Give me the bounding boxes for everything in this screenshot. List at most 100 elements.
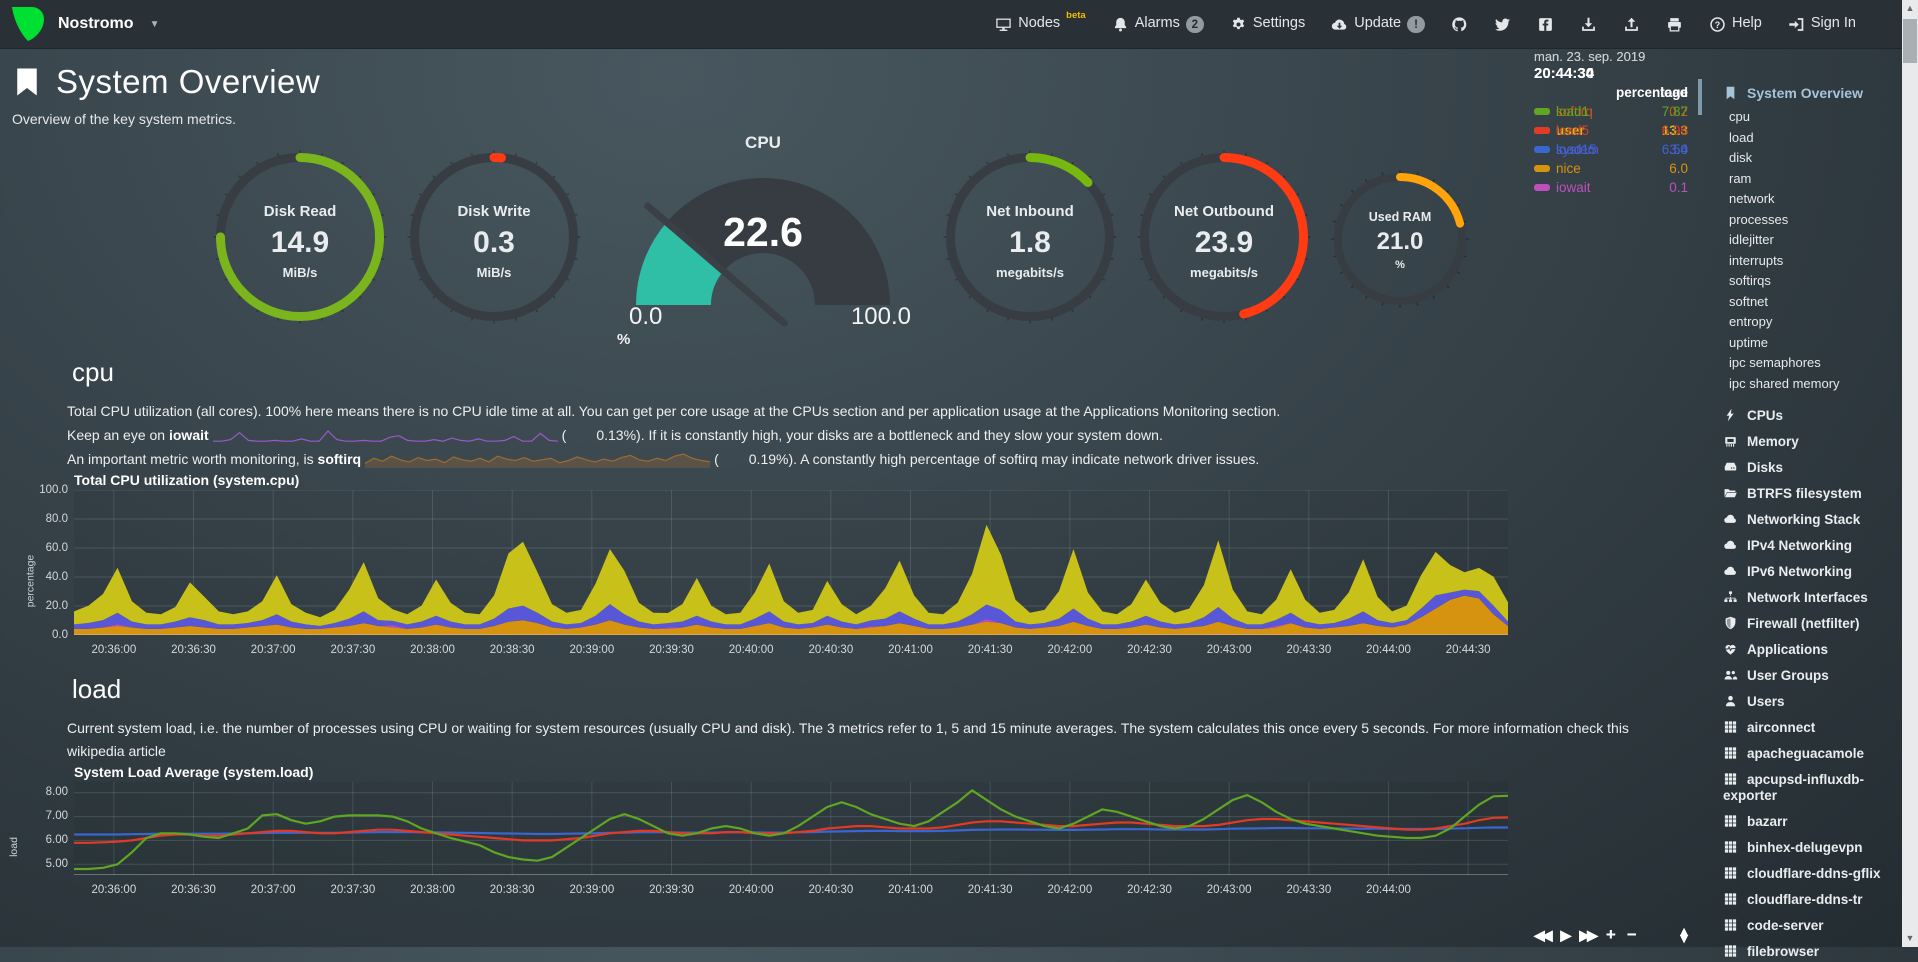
sidebar-subitem-softirqs[interactable]: softirqs <box>1698 271 1902 292</box>
resize-handle[interactable]: ▲▼ <box>1677 928 1688 942</box>
sidebar-item-user-groups[interactable]: User Groups <box>1698 668 1902 684</box>
zoom-in-button[interactable]: + <box>1606 925 1616 945</box>
sidebar-subitem-disk[interactable]: disk <box>1698 148 1902 169</box>
wikipedia-link[interactable]: wikipedia article <box>67 743 166 759</box>
sidebar-item-users[interactable]: Users <box>1698 694 1902 710</box>
sidebar-item-memory[interactable]: Memory <box>1698 434 1902 450</box>
sidebar-item-cloudflare-ddns-tr[interactable]: cloudflare-ddns-tr <box>1698 892 1902 908</box>
sidebar-item-applications[interactable]: Applications <box>1698 642 1902 658</box>
users-icon <box>1723 668 1738 682</box>
sidebar-item-filebrowser[interactable]: filebrowser <box>1698 944 1902 960</box>
nav-nodes-badge: beta <box>1066 10 1086 21</box>
nav-export[interactable] <box>1580 15 1597 33</box>
chart-load-canvas[interactable] <box>74 782 1508 875</box>
gauge-value: 23.9 <box>1195 226 1253 260</box>
sidebar-item-disks[interactable]: Disks <box>1698 460 1902 476</box>
gauge-used-ram[interactable]: Used RAM21.0% <box>1326 165 1474 313</box>
sidebar-item-networking-stack[interactable]: Networking Stack <box>1698 512 1902 528</box>
legend-swatch-load15 <box>1534 146 1550 153</box>
gauge-disk-write[interactable]: Disk Write0.3MiB/s <box>402 145 586 329</box>
gauge-value: 0.3 <box>473 226 515 260</box>
scroll-up-icon[interactable]: ▲ <box>1902 3 1918 13</box>
nav-nodes[interactable]: Nodesbeta <box>995 15 1085 33</box>
nav-help[interactable]: ?Help <box>1709 15 1762 33</box>
sidebar-subitem-load[interactable]: load <box>1698 128 1902 149</box>
gauge-disk-read[interactable]: Disk Read14.9MiB/s <box>208 145 392 329</box>
chart-cpu-canvas[interactable] <box>74 490 1508 635</box>
gauge-unit: MiB/s <box>477 265 512 280</box>
chart-load-legend: man. 23. sep. 201920:44:30loadload17.87l… <box>1524 49 1690 947</box>
sidebar-item-ipv4-networking[interactable]: IPv4 Networking <box>1698 538 1902 554</box>
nav-settings[interactable]: Settings <box>1230 15 1305 33</box>
sidebar-item-network-interfaces[interactable]: Network Interfaces <box>1698 590 1902 606</box>
legend-row-load15[interactable]: load156.54 <box>1534 142 1688 157</box>
scroll-down-icon[interactable]: ▼ <box>1902 933 1918 943</box>
sidebar-item-ipv6-networking[interactable]: IPv6 Networking <box>1698 564 1902 580</box>
sidebar-item-airconnect[interactable]: airconnect <box>1698 720 1902 736</box>
y-axis-label: load <box>12 782 28 900</box>
nav-signin[interactable]: Sign In <box>1788 15 1856 33</box>
legend-row-load1[interactable]: load17.87 <box>1534 104 1688 119</box>
sidebar-item-label: Networking Stack <box>1747 512 1860 527</box>
sidebar-item-cpus[interactable]: CPUs <box>1698 408 1902 424</box>
sidebar-subitem-ipc-shared-memory[interactable]: ipc shared memory <box>1698 374 1902 395</box>
grid-icon <box>1723 814 1738 828</box>
zoom-out-button[interactable]: − <box>1627 925 1637 945</box>
nav-github[interactable] <box>1451 15 1468 33</box>
sidebar-item-binhex-delugevpn[interactable]: binhex-delugevpn <box>1698 840 1902 856</box>
sidebar-subitem-entropy[interactable]: entropy <box>1698 312 1902 333</box>
sidebar-item-label: User Groups <box>1747 668 1829 683</box>
signin-icon <box>1788 16 1805 33</box>
gauge-net-inbound[interactable]: Net Inbound1.8megabits/s <box>938 145 1122 329</box>
sidebar-item-system-overview[interactable]: System Overview <box>1698 85 1902 101</box>
grid-icon <box>1723 772 1738 786</box>
sidebar-item-code-server[interactable]: code-server <box>1698 918 1902 934</box>
gauge-net-outbound[interactable]: Net Outbound23.9megabits/s <box>1132 145 1316 329</box>
sidebar-subitem-uptime[interactable]: uptime <box>1698 333 1902 354</box>
nav-import[interactable] <box>1623 15 1640 33</box>
sidebar-subitem-processes[interactable]: processes <box>1698 210 1902 231</box>
sidebar-item-btrfs-filesystem[interactable]: BTRFS filesystem <box>1698 486 1902 502</box>
chart-toolbox: ◀◀▶▶▶+−▲▼ <box>1534 925 1688 947</box>
nav-update[interactable]: Update! <box>1331 15 1425 33</box>
scrollbar-thumb[interactable] <box>1903 19 1917 63</box>
cpu-chart: Total CPU utilization (system.cpu)percen… <box>12 472 1678 660</box>
nav-alarms[interactable]: Alarms2 <box>1112 15 1204 33</box>
skip-forward-button[interactable]: ▶▶ <box>1579 927 1595 944</box>
memory-icon <box>1723 434 1738 448</box>
sidebar-subitem-idlejitter[interactable]: idlejitter <box>1698 230 1902 251</box>
sidebar-item-label: filebrowser <box>1747 944 1819 959</box>
sidebar-item-bazarr[interactable]: bazarr <box>1698 814 1902 830</box>
cpu-gauge[interactable]: CPU22.60.0100.0% <box>613 131 913 343</box>
sidebar-subitem-network[interactable]: network <box>1698 189 1902 210</box>
sidebar-item-apacheguacamole[interactable]: apacheguacamole <box>1698 746 1902 762</box>
sidebar-subitem-ipc-semaphores[interactable]: ipc semaphores <box>1698 353 1902 374</box>
sidebar-subitem-interrupts[interactable]: interrupts <box>1698 251 1902 272</box>
sidebar-subitem-ram[interactable]: ram <box>1698 169 1902 190</box>
svg-text:?: ? <box>1715 20 1720 30</box>
scrollbar[interactable]: ▲ ▼ <box>1902 0 1918 947</box>
sidebar-subitem-cpu[interactable]: cpu <box>1698 107 1902 128</box>
netdata-logo[interactable] <box>10 6 44 42</box>
github-icon <box>1451 16 1468 33</box>
legend-row-load5[interactable]: load56.96 <box>1534 123 1688 138</box>
softirq-sparkline[interactable] <box>365 451 710 467</box>
sidebar-item-label: Applications <box>1747 642 1828 657</box>
legend-name: load5 <box>1556 123 1656 138</box>
play-button[interactable]: ▶ <box>1561 927 1569 944</box>
nav-facebook[interactable] <box>1537 15 1554 33</box>
cpu-gauge-title: CPU <box>613 133 913 153</box>
sidebar-subitem-softnet[interactable]: softnet <box>1698 292 1902 313</box>
sidebar-item-apcupsd-influxdb-exporter[interactable]: apcupsd-influxdb-exporter <box>1698 772 1902 804</box>
nav-twitter[interactable] <box>1494 15 1511 33</box>
iowait-sparkline[interactable] <box>213 427 558 443</box>
user-icon <box>1723 694 1738 708</box>
nav-print[interactable] <box>1666 15 1683 33</box>
iowait-term: iowait <box>169 427 209 443</box>
sidebar-item-cloudflare-ddns-gflix[interactable]: cloudflare-ddns-gflix <box>1698 866 1902 882</box>
sidebar-item-firewall-netfilter[interactable]: Firewall (netfilter) <box>1698 616 1902 632</box>
skip-back-button[interactable]: ◀◀ <box>1534 927 1550 944</box>
hostname-label: Nostromo <box>58 15 134 33</box>
gauge-unit: MiB/s <box>283 265 318 280</box>
hostname-dropdown[interactable]: Nostromo ▼ <box>10 6 159 42</box>
